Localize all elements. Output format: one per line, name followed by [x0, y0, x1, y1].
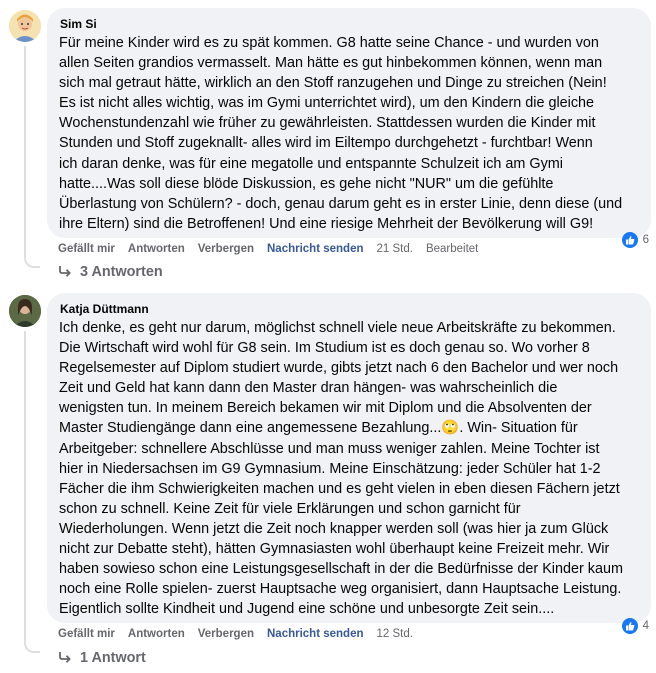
- hide-link[interactable]: Verbergen: [198, 243, 254, 255]
- comment-line: Fächer die ihm Schwierigkeiten machen un…: [59, 480, 620, 497]
- thread-line: [24, 331, 26, 639]
- comment-line: ihre Eltern) sind die Betroffenen! Und e…: [59, 215, 594, 232]
- comment-line: Wochenstundenzahl wie früher zu gewährle…: [59, 115, 596, 132]
- avatar[interactable]: [9, 295, 41, 327]
- reaction-count[interactable]: 6: [621, 230, 649, 250]
- send-message-link[interactable]: Nachricht senden: [267, 243, 364, 255]
- comment-line: ich daran denke, was für eine megatolle …: [59, 155, 563, 172]
- avatar-image-icon: [9, 10, 41, 42]
- reply-link[interactable]: Antworten: [128, 243, 185, 255]
- comment-author[interactable]: Sim Si: [60, 16, 639, 32]
- send-message-link[interactable]: Nachricht senden: [267, 628, 364, 640]
- like-link[interactable]: Gefällt mir: [58, 628, 115, 640]
- comment-line: Überlastung von Schülern? - doch, genau …: [59, 195, 623, 212]
- comment-bubble: Sim Si Für meine Kinder wird es zu spät …: [47, 8, 651, 238]
- view-replies-button[interactable]: 1 Antwort: [58, 648, 146, 668]
- comment-line: nicht zur Debatte steht), hätten Gymnasi…: [59, 541, 610, 558]
- comment-actions: Gefällt mir Antworten Verbergen Nachrich…: [58, 240, 491, 258]
- comment-line: wenigsten tun. In meinem Bereich bekamen…: [59, 400, 592, 417]
- comment-line: schon zu schnell. Keine Zeit für viele E…: [59, 500, 521, 517]
- timestamp-link[interactable]: 21 Std.: [377, 243, 413, 255]
- thumbs-up-icon: [621, 618, 638, 634]
- reaction-count-number: 6: [642, 234, 649, 246]
- comment-line: Die Wirtschaft wird wohl für G8 sein. Im…: [59, 340, 590, 357]
- comment-line: Wiederholungen. Wenn jetzt die Zeit noch…: [59, 520, 609, 537]
- comment-line: Für meine Kinder wird es zu spät kommen.…: [59, 35, 599, 51]
- comment-line: allen Seiten grandios vermasselt. Man hä…: [59, 55, 603, 72]
- replies-label: 1 Antwort: [80, 650, 146, 666]
- view-replies-button[interactable]: 3 Antworten: [58, 262, 163, 282]
- comment-line: Eigentlich sollte Kindheit und Jugend ei…: [59, 601, 555, 618]
- comment-line: sich mal getraut hätte, wirklich an den …: [59, 75, 607, 92]
- hide-link[interactable]: Verbergen: [198, 628, 254, 640]
- comment-author[interactable]: Katja Düttmann: [60, 301, 639, 317]
- comment-line: noch eine Rolle spielen- zuerst Hauptsac…: [59, 581, 622, 598]
- comment-line: Es ist nicht alles wichtig, was im Gymi …: [59, 95, 595, 112]
- comment-line: haben sowieso schon eine Leistungsgesell…: [59, 561, 623, 578]
- reply-arrow-icon: [59, 266, 71, 277]
- avatar[interactable]: [9, 10, 41, 42]
- reaction-count-number: 4: [642, 620, 649, 632]
- comment-bubble: Katja Düttmann Ich denke, es geht nur da…: [47, 293, 651, 623]
- avatar-image-icon: [9, 295, 41, 327]
- thread-curve: [24, 254, 40, 268]
- comment-line: Regelsemester auf Diplom studiert wurde,…: [59, 360, 619, 377]
- like-link[interactable]: Gefällt mir: [58, 243, 115, 255]
- thread-curve: [24, 639, 40, 653]
- comment-line: Zeit und Geld hat kann dann den Master d…: [59, 380, 558, 397]
- thumbs-up-icon: [621, 232, 638, 248]
- comment-line: Arbeitgeber: schnellere Abschlüsse und m…: [59, 440, 600, 457]
- comment-text: Ich denke, es geht nur darum, möglichst …: [59, 318, 639, 619]
- comment-line: hier in Niedersachsen im G9 Gymnasium. M…: [59, 460, 601, 477]
- timestamp-link[interactable]: 12 Std.: [377, 628, 413, 640]
- comment-line: hatte....Was soll diese blöde Diskussion…: [59, 175, 554, 192]
- comment-line: Master Studiengänge dann eine angemessen…: [59, 420, 578, 437]
- replies-label: 3 Antworten: [80, 264, 163, 280]
- reaction-count[interactable]: 4: [621, 616, 649, 636]
- comment-line: Stunden und Stoff zugeknallt- alles wird…: [59, 135, 593, 152]
- reply-link[interactable]: Antworten: [128, 628, 185, 640]
- reply-arrow-icon: [59, 652, 71, 663]
- comment-line: Ich denke, es geht nur darum, möglichst …: [59, 320, 616, 336]
- comment-actions: Gefällt mir Antworten Verbergen Nachrich…: [58, 625, 426, 643]
- thread-line: [24, 46, 26, 254]
- comment-text: Für meine Kinder wird es zu spät kommen.…: [59, 33, 639, 234]
- edited-label: Bearbeitet: [425, 243, 479, 255]
